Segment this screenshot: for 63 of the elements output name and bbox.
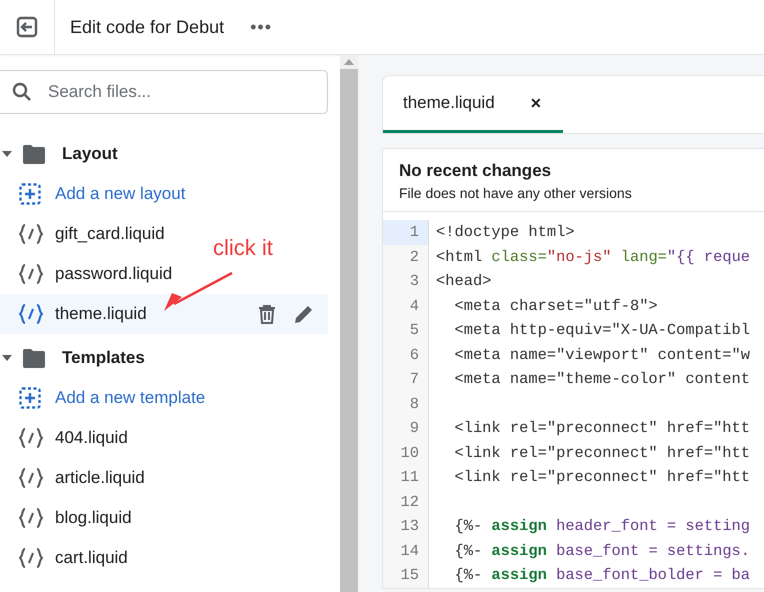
line-number: 1 bbox=[383, 220, 429, 244]
file-tab[interactable]: theme.liquid × bbox=[383, 76, 564, 133]
line-number: 9 bbox=[383, 416, 429, 440]
file-item[interactable]: theme.liquid bbox=[0, 294, 328, 334]
annotation-text: click it bbox=[213, 235, 273, 261]
code-file-icon bbox=[19, 548, 43, 568]
line-number: 10 bbox=[383, 440, 429, 465]
search-field[interactable]: Search files... bbox=[0, 70, 328, 114]
close-button[interactable]: × bbox=[528, 92, 544, 114]
line-number: 3 bbox=[383, 269, 429, 294]
file-item[interactable]: cart.liquid bbox=[0, 538, 136, 578]
page-title: Edit code for Debut bbox=[70, 16, 224, 38]
history-title: No recent changes bbox=[399, 161, 552, 181]
file-item[interactable]: password.liquid bbox=[0, 254, 180, 294]
code-line: <link rel="preconnect" href="htt bbox=[453, 444, 750, 462]
code-line: {%- assign header_font = setting bbox=[453, 517, 750, 536]
scrollbar[interactable] bbox=[340, 55, 358, 592]
line-number: 4 bbox=[383, 294, 429, 318]
code-line: {%- assign base_font = settings. bbox=[453, 542, 750, 560]
line-number: 2 bbox=[383, 244, 429, 269]
folder-item[interactable]: Templates bbox=[0, 338, 340, 378]
file-item[interactable]: 404.liquid bbox=[0, 418, 136, 458]
line-number: 13 bbox=[383, 514, 429, 538]
code-line: <!doctype html> bbox=[436, 223, 575, 242]
file-item[interactable]: gift_card.liquid bbox=[0, 214, 173, 254]
line-number: 8 bbox=[383, 392, 429, 416]
code-line: {%- assign base_font_bolder = ba bbox=[453, 566, 750, 584]
folder-icon bbox=[22, 144, 46, 164]
trash-icon[interactable] bbox=[258, 304, 276, 324]
search-icon bbox=[12, 82, 32, 102]
line-number: 7 bbox=[383, 367, 429, 392]
pencil-icon[interactable] bbox=[294, 304, 314, 324]
folder-item[interactable]: Layout bbox=[0, 134, 340, 174]
code-file-icon bbox=[19, 264, 43, 284]
add-icon bbox=[19, 387, 41, 409]
code-line: <link rel="preconnect" href="htt bbox=[453, 468, 750, 486]
line-number: 14 bbox=[383, 538, 429, 563]
code-line: <meta charset="utf-8"> bbox=[453, 296, 658, 315]
code-line: <meta name="theme-color" content bbox=[453, 370, 750, 388]
code-file-icon bbox=[19, 428, 43, 448]
line-number: 15 bbox=[383, 563, 429, 588]
code-line: <meta name="viewport" content="w bbox=[453, 346, 750, 364]
history-subtitle: File does not have any other versions bbox=[399, 185, 633, 201]
line-number: 6 bbox=[383, 342, 429, 367]
file-item[interactable]: article.liquid bbox=[0, 458, 153, 498]
add-file-link[interactable]: Add a new layout bbox=[0, 174, 194, 214]
code-file-icon bbox=[19, 304, 43, 324]
exit-icon[interactable] bbox=[16, 16, 38, 38]
line-number: 5 bbox=[383, 318, 429, 342]
file-item[interactable]: blog.liquid bbox=[0, 498, 140, 538]
code-file-icon bbox=[19, 468, 43, 488]
code-file-icon bbox=[19, 508, 43, 528]
line-number: 12 bbox=[383, 490, 429, 514]
code-line: <meta http-equiv="X-UA-Compatibl bbox=[453, 321, 750, 340]
code-line: <html class="no-js" lang="{{ reque bbox=[436, 248, 750, 266]
more-button[interactable]: ••• bbox=[248, 16, 274, 38]
folder-icon bbox=[22, 348, 46, 368]
code-line: <head> bbox=[436, 272, 492, 290]
line-number: 11 bbox=[383, 465, 429, 490]
add-icon bbox=[19, 183, 41, 205]
code-line: <link rel="preconnect" href="htt bbox=[453, 419, 750, 438]
add-file-link[interactable]: Add a new template bbox=[0, 378, 214, 418]
code-file-icon bbox=[19, 224, 43, 244]
